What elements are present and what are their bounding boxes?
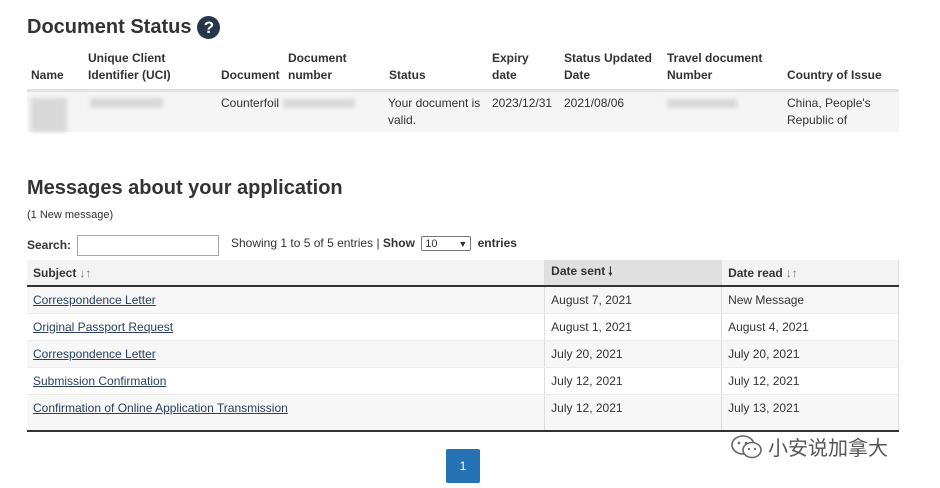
table-row: Correspondence Letter August 7, 2021 New… — [27, 286, 899, 314]
table-row: Submission Confirmation July 12, 2021 Ju… — [27, 367, 899, 395]
subject-link[interactable]: Submission Confirmation — [33, 374, 166, 388]
col-name: Name — [31, 68, 64, 82]
th-date-read[interactable]: Date read ↓↑ — [721, 260, 899, 287]
subject-link[interactable]: Correspondence Letter — [33, 347, 156, 361]
col-uci: Unique Client Identifier (UCI) — [88, 51, 171, 82]
cell-expiry: 2023/12/31 — [492, 96, 553, 110]
showing-text: Showing 1 to 5 of 5 entries — [231, 236, 374, 250]
date-read-cell: July 12, 2021 — [721, 367, 899, 395]
new-message-note: (1 New message) — [27, 209, 114, 221]
sort-desc-icon: 🠓 — [608, 264, 613, 278]
question-circle-icon[interactable]: ? — [197, 16, 221, 39]
th-date-sent-label: Date sent — [551, 264, 606, 278]
cell-country: China, People's Republic of — [787, 96, 871, 127]
document-status-title-text: Document Status — [27, 16, 192, 38]
search-input[interactable] — [77, 235, 219, 256]
col-document: Document — [221, 68, 280, 82]
redacted-travel-number — [667, 99, 737, 108]
col-travel-number: Travel document Number — [667, 51, 763, 82]
cell-document: Counterfoil — [221, 96, 280, 110]
date-read-cell: August 4, 2021 — [721, 313, 899, 341]
date-read-cell: New Message — [721, 286, 899, 314]
date-read-cell: July 13, 2021 — [721, 394, 899, 432]
subject-link[interactable]: Confirmation of Online Application Trans… — [33, 401, 288, 415]
redacted-name — [31, 98, 67, 132]
th-subject[interactable]: Subject ↓↑ — [27, 260, 546, 287]
messages-title: Messages about your application — [27, 177, 343, 199]
wechat-icon — [731, 434, 762, 458]
separator: | — [376, 236, 380, 250]
date-sent-cell: July 12, 2021 — [544, 367, 723, 395]
date-sent-cell: July 12, 2021 — [544, 394, 723, 432]
sort-both-icon: ↓↑ — [785, 265, 798, 280]
table-info: Showing 1 to 5 of 5 entries | Show 10 ▼ … — [231, 236, 517, 252]
subject-link[interactable]: Correspondence Letter — [33, 293, 156, 307]
cell-status: Your document is valid. — [388, 96, 481, 127]
entries-label: entries — [477, 236, 517, 250]
entries-select[interactable]: 10 ▼ — [421, 236, 472, 252]
show-label: Show — [382, 236, 415, 250]
table-row: Correspondence Letter July 20, 2021 July… — [27, 340, 899, 368]
col-document-number: Document number — [288, 51, 347, 82]
watermark-text: 小安说加拿大 — [768, 438, 888, 460]
redacted-uci — [90, 98, 163, 108]
th-date-sent[interactable]: Date sent 🠓 — [544, 260, 723, 287]
watermark: 小安说加拿大 — [730, 432, 888, 461]
chevron-down-icon: ▼ — [458, 238, 468, 249]
cell-status-updated: 2021/08/06 — [564, 96, 625, 110]
col-country: Country of Issue — [787, 68, 882, 82]
table-row: Original Passport Request August 1, 2021… — [27, 313, 899, 341]
redacted-document-number — [283, 99, 355, 108]
col-status-updated: Status Updated Date — [564, 51, 653, 82]
page-1-button[interactable]: 1 — [446, 449, 480, 483]
col-status: Status — [389, 68, 426, 82]
date-sent-cell: August 1, 2021 — [544, 313, 723, 341]
date-read-cell: July 20, 2021 — [721, 340, 899, 368]
th-subject-label: Subject — [33, 265, 77, 280]
col-expiry: Expiry date — [492, 51, 529, 82]
date-sent-cell: August 7, 2021 — [544, 286, 723, 314]
subject-link[interactable]: Original Passport Request — [33, 320, 173, 334]
sort-both-icon: ↓↑ — [79, 265, 92, 280]
th-date-read-label: Date read — [728, 265, 783, 280]
table-row: Confirmation of Online Application Trans… — [27, 394, 899, 432]
date-sent-cell: July 20, 2021 — [544, 340, 723, 368]
document-status-title: Document Status ? — [27, 16, 221, 39]
entries-select-value: 10 — [425, 237, 438, 250]
search-label: Search: — [27, 238, 72, 252]
messages-table: Subject ↓↑ Date sent 🠓 Date read ↓↑ Corresp… — [27, 260, 899, 432]
